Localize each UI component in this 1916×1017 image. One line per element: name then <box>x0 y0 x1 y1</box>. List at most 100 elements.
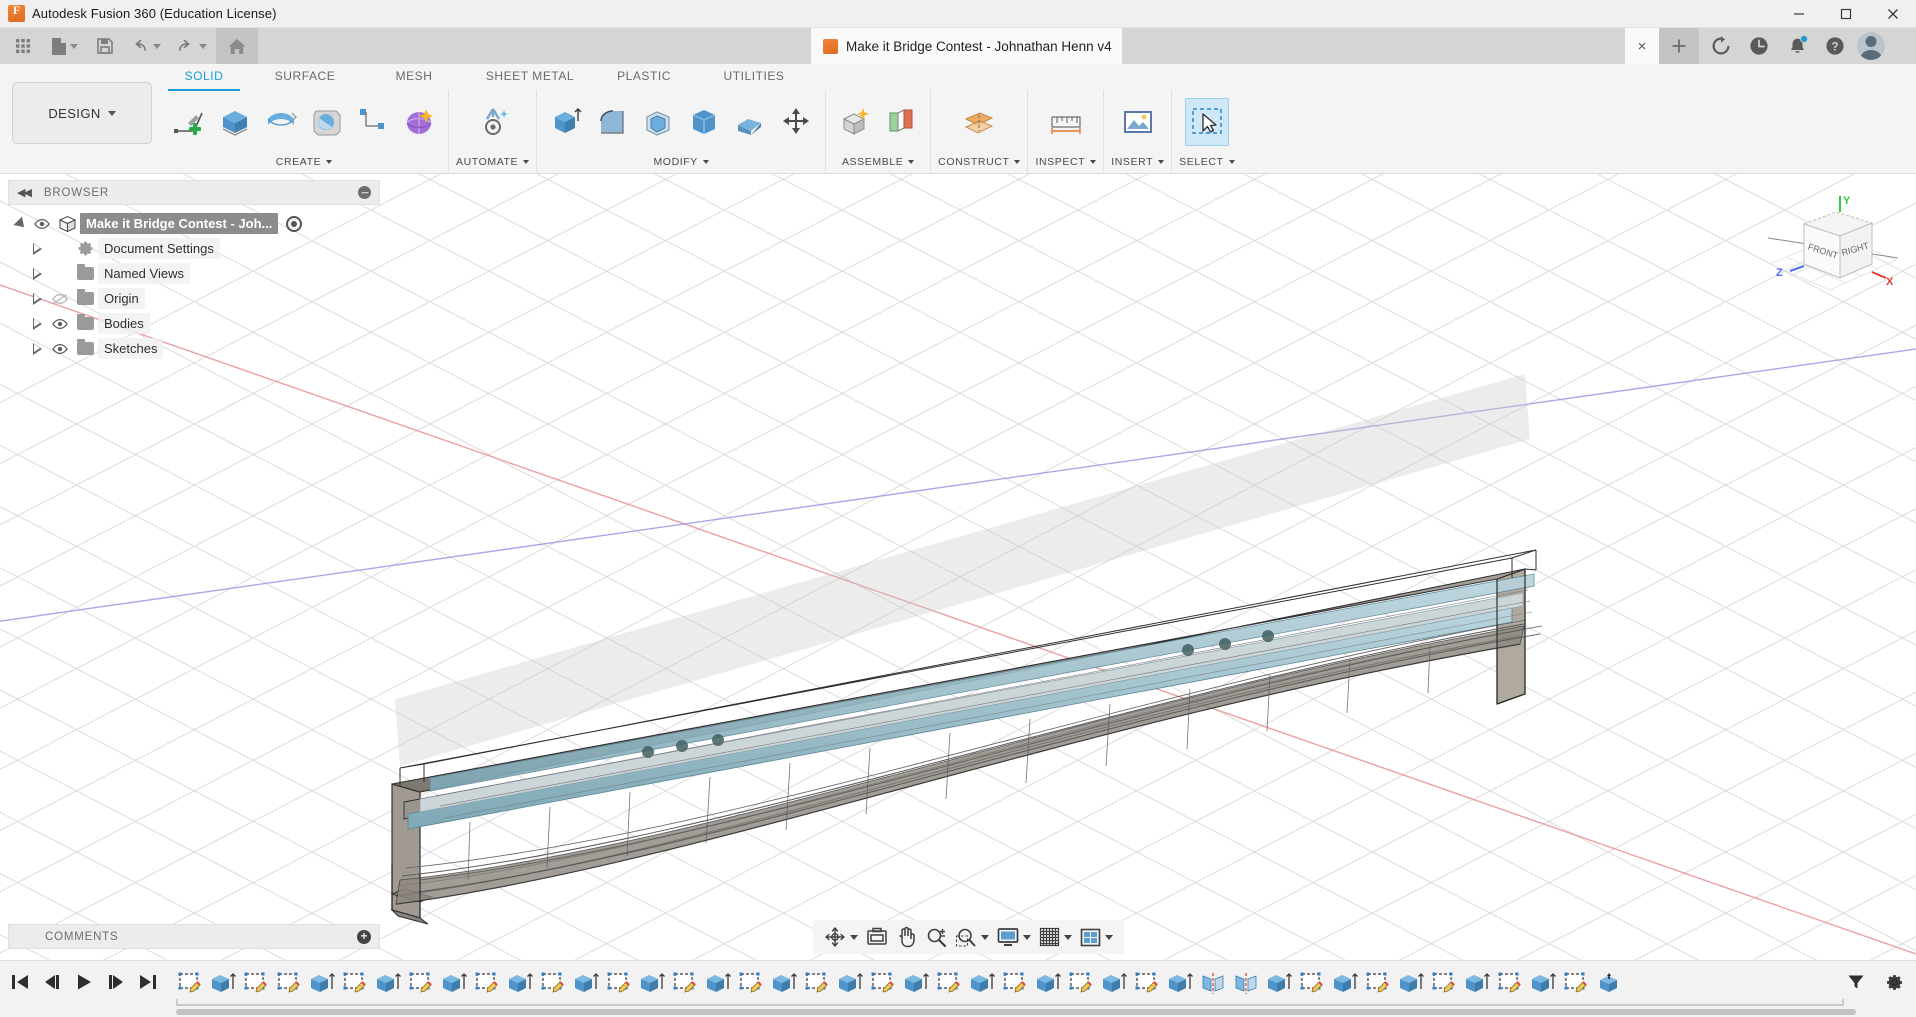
timeline-feature-move[interactable] <box>1594 968 1625 998</box>
timeline-feature-extrude[interactable] <box>505 968 536 998</box>
timeline-feature-sketch[interactable] <box>1132 968 1163 998</box>
add-comment-button[interactable]: + <box>357 930 371 944</box>
expand-arrow-right-icon[interactable] <box>26 261 48 286</box>
chevron-down-icon[interactable] <box>1023 935 1031 940</box>
joint-icon[interactable] <box>879 98 923 146</box>
document-tab[interactable]: Make it Bridge Contest - Johnathan Henn … <box>811 28 1122 64</box>
component-activate-icon[interactable] <box>286 216 302 232</box>
timeline-feature-extrude[interactable] <box>307 968 338 998</box>
redo-icon[interactable] <box>170 29 214 63</box>
zoom-icon[interactable] <box>922 923 950 951</box>
home-icon[interactable] <box>216 28 258 64</box>
timeline-feature-extrude[interactable] <box>703 968 734 998</box>
fit-icon[interactable] <box>952 923 992 951</box>
ribbon-group-label-create[interactable]: CREATE <box>276 156 332 174</box>
ribbon-tab-utilities[interactable]: UTILITIES <box>708 64 800 89</box>
timeline-feature-sketch[interactable] <box>538 968 569 998</box>
revolve-icon[interactable] <box>259 98 303 146</box>
undo-icon[interactable] <box>124 29 168 63</box>
expand-arrow-down-icon[interactable] <box>8 211 30 236</box>
timeline-feature-extrude[interactable] <box>1033 968 1064 998</box>
new-component-icon[interactable] <box>833 98 877 146</box>
ribbon-tab-surface[interactable]: SURFACE <box>259 64 351 89</box>
timeline-feature-sketch[interactable] <box>241 968 272 998</box>
ribbon-group-label-construct[interactable]: CONSTRUCT <box>938 156 1020 174</box>
timeline-feature-extrude[interactable] <box>1396 968 1427 998</box>
extrude-icon[interactable] <box>213 98 257 146</box>
play-icon[interactable] <box>70 967 98 997</box>
ribbon-group-label-inspect[interactable]: INSPECT <box>1035 156 1096 174</box>
minimize-button[interactable] <box>1775 0 1822 28</box>
timeline-feature-extrude[interactable] <box>769 968 800 998</box>
timeline-feature-extrude[interactable] <box>1528 968 1559 998</box>
timeline-scrollbar[interactable] <box>176 1009 1856 1015</box>
viewports-icon[interactable] <box>1077 923 1116 951</box>
shell-icon[interactable] <box>636 98 680 146</box>
ribbon-tab-solid[interactable]: SOLID <box>168 64 240 91</box>
timeline-feature-extrude[interactable] <box>571 968 602 998</box>
timeline-feature-sketch[interactable] <box>1363 968 1394 998</box>
file-icon[interactable] <box>42 29 86 63</box>
sweep-icon[interactable] <box>305 98 349 146</box>
timeline-feature-extrude[interactable] <box>439 968 470 998</box>
visibility-on-icon[interactable] <box>48 336 72 361</box>
view-cube[interactable]: FRONT RIGHT Y X Z <box>1768 194 1898 304</box>
browser-tree-item-bodies[interactable]: Bodies <box>8 311 380 336</box>
timeline-feature-sketch[interactable] <box>1000 968 1031 998</box>
timeline-feature-sketch[interactable] <box>472 968 503 998</box>
visibility-on-icon[interactable] <box>48 311 72 336</box>
timeline-feature-extrude[interactable] <box>901 968 932 998</box>
grid-snap-icon[interactable] <box>1036 923 1075 951</box>
step-back-icon[interactable] <box>38 967 66 997</box>
browser-tree-item-document-settings[interactable]: Document Settings <box>8 236 380 261</box>
automate-icon[interactable] <box>471 98 515 146</box>
pan-hand-icon[interactable] <box>893 923 920 951</box>
timeline-feature-sketch[interactable] <box>340 968 371 998</box>
draft-icon[interactable] <box>682 98 726 146</box>
close-button[interactable] <box>1869 0 1916 28</box>
timeline-feature-extrude[interactable] <box>1099 968 1130 998</box>
refresh-icon[interactable] <box>1705 30 1737 62</box>
orbit-icon[interactable] <box>821 923 861 951</box>
browser-tree-item-sketches[interactable]: Sketches <box>8 336 380 361</box>
clock-icon[interactable] <box>1743 30 1775 62</box>
ribbon-group-label-automate[interactable]: AUTOMATE <box>456 156 529 174</box>
timeline-feature-extrude[interactable] <box>1264 968 1295 998</box>
ribbon-tab-sheet-metal[interactable]: SHEET METAL <box>470 64 590 89</box>
ribbon-tab-mesh[interactable]: MESH <box>383 64 445 89</box>
timeline-feature-extrude[interactable] <box>1165 968 1196 998</box>
timeline-feature-mirror[interactable] <box>1231 968 1262 998</box>
timeline-feature-sketch[interactable] <box>1066 968 1097 998</box>
save-icon[interactable] <box>88 29 122 63</box>
browser-tree-item-origin[interactable]: Origin <box>8 286 380 311</box>
help-icon[interactable]: ? <box>1819 30 1851 62</box>
insert-image-icon[interactable] <box>1116 98 1160 146</box>
timeline-feature-sketch[interactable] <box>406 968 437 998</box>
workspace-selector[interactable]: DESIGN <box>12 82 152 144</box>
select-cursor-icon[interactable] <box>1185 98 1229 146</box>
timeline-scroll-thumb[interactable] <box>176 1009 1856 1015</box>
chevron-down-icon[interactable] <box>1105 935 1113 940</box>
ribbon-group-label-assemble[interactable]: ASSEMBLE <box>842 156 914 174</box>
chevron-down-icon[interactable] <box>850 935 858 940</box>
timeline-feature-extrude[interactable] <box>1330 968 1361 998</box>
ribbon-tab-plastic[interactable]: PLASTIC <box>604 64 684 89</box>
timeline-feature-sketch[interactable] <box>736 968 767 998</box>
measure-icon[interactable] <box>1044 98 1088 146</box>
scale-icon[interactable] <box>728 98 772 146</box>
fillet-icon[interactable] <box>590 98 634 146</box>
timeline-settings-icon[interactable] <box>1880 967 1908 997</box>
maximize-button[interactable] <box>1822 0 1869 28</box>
move-copy-icon[interactable] <box>774 98 818 146</box>
expand-arrow-right-icon[interactable] <box>26 336 48 361</box>
app-grid-icon[interactable] <box>6 29 40 63</box>
create-sketch-icon[interactable] <box>167 98 211 146</box>
ribbon-group-label-insert[interactable]: INSERT <box>1111 156 1164 174</box>
comments-panel[interactable]: COMMENTS + <box>8 924 380 949</box>
timeline-feature-extrude[interactable] <box>835 968 866 998</box>
timeline-feature-mirror[interactable] <box>1198 968 1229 998</box>
browser-options-icon[interactable] <box>358 186 371 199</box>
timeline-feature-sketch[interactable] <box>274 968 305 998</box>
timeline-feature-sketch[interactable] <box>1297 968 1328 998</box>
press-pull-icon[interactable] <box>544 98 588 146</box>
